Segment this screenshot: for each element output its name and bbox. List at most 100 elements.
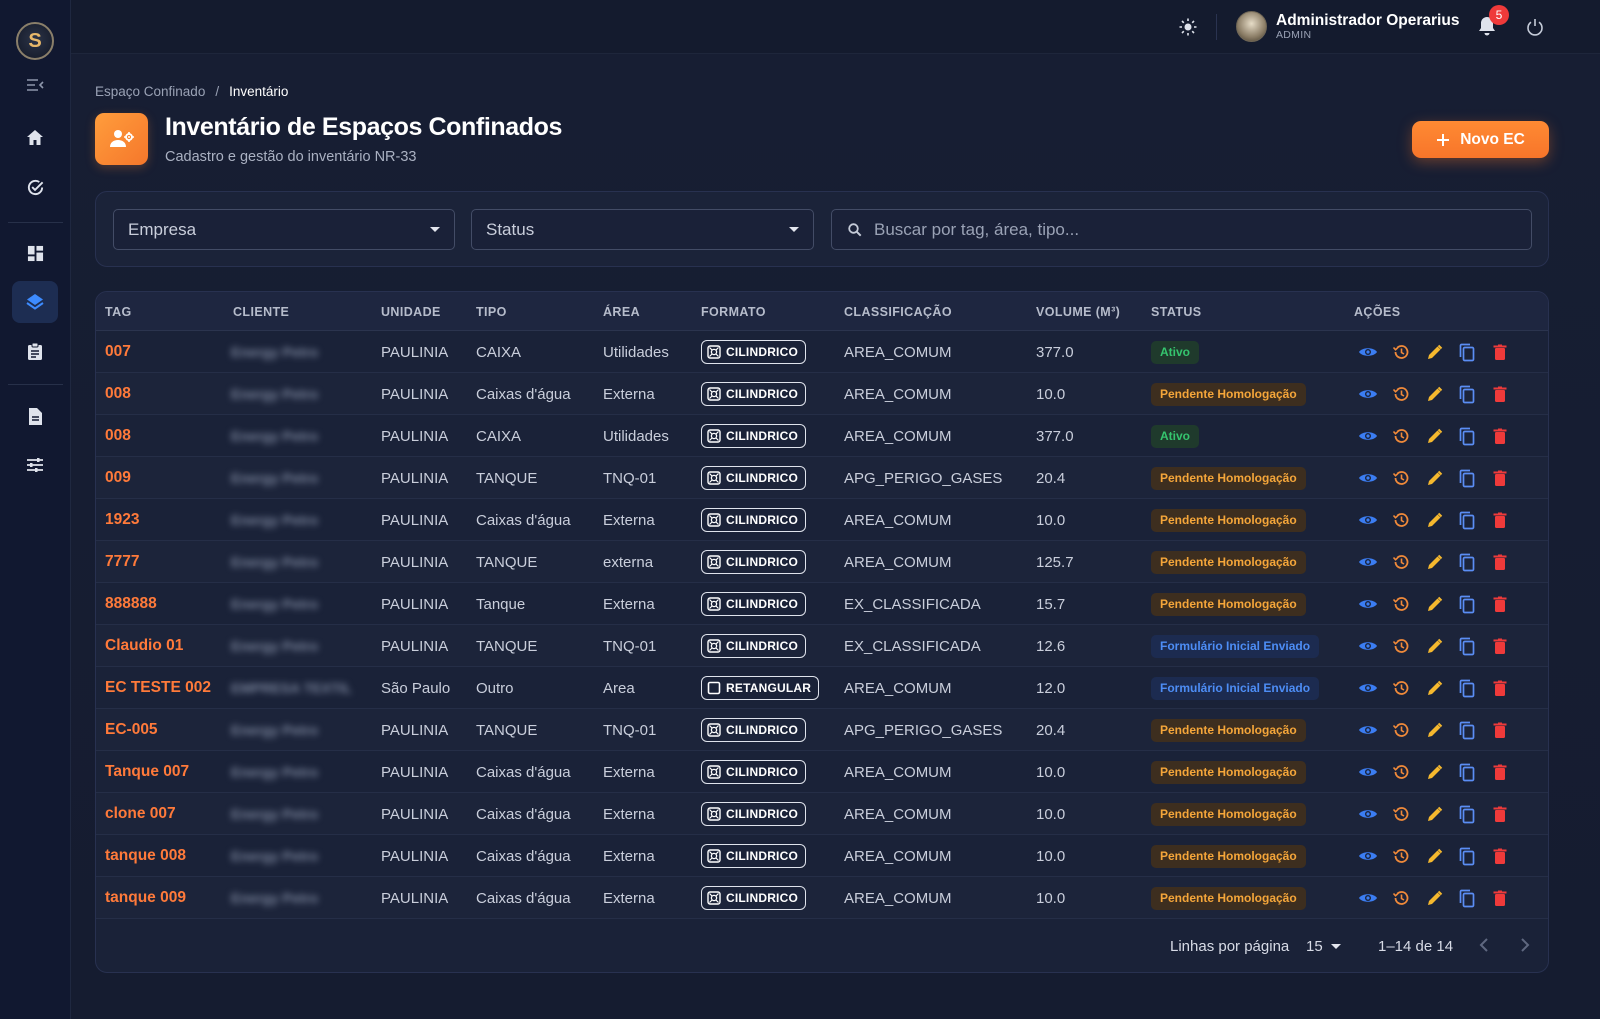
tag-cell[interactable]: clone 007 (105, 793, 176, 835)
table-row[interactable]: EC-005 Energy Petro PAULINIA TANQUE TNQ-01 AP… (96, 709, 1548, 751)
history-button[interactable] (1391, 384, 1411, 404)
table-row[interactable]: 888888 Energy Petro PAULINIA Tanque Externa E… (96, 583, 1548, 625)
delete-button[interactable] (1490, 678, 1510, 698)
duplicate-button[interactable] (1457, 342, 1477, 362)
table-row[interactable]: EC TESTE 002 EMPRESA TEXTIL São Paulo Outro… (96, 667, 1548, 709)
edit-button[interactable] (1424, 510, 1444, 530)
edit-button[interactable] (1424, 468, 1444, 488)
view-button[interactable] (1358, 594, 1378, 614)
history-button[interactable] (1391, 888, 1411, 908)
duplicate-button[interactable] (1457, 720, 1477, 740)
new-ec-button[interactable]: Novo EC (1412, 121, 1549, 158)
app-logo[interactable]: S (16, 22, 54, 60)
view-button[interactable] (1358, 888, 1378, 908)
tag-cell[interactable]: 008 (105, 373, 131, 415)
sidebar-item-settings[interactable] (12, 444, 58, 486)
history-button[interactable] (1391, 678, 1411, 698)
delete-button[interactable] (1490, 468, 1510, 488)
rows-per-page-select[interactable]: 15 (1306, 938, 1341, 955)
column-header-volume[interactable]: VOLUME (M³) (1036, 305, 1120, 319)
delete-button[interactable] (1490, 384, 1510, 404)
column-header-tag[interactable]: TAG (105, 305, 132, 319)
tag-cell[interactable]: tanque 009 (105, 877, 186, 919)
tag-cell[interactable]: EC TESTE 002 (105, 667, 211, 709)
duplicate-button[interactable] (1457, 636, 1477, 656)
view-button[interactable] (1358, 720, 1378, 740)
view-button[interactable] (1358, 384, 1378, 404)
view-button[interactable] (1358, 804, 1378, 824)
duplicate-button[interactable] (1457, 804, 1477, 824)
sidebar-item-home[interactable] (12, 116, 58, 158)
delete-button[interactable] (1490, 342, 1510, 362)
column-header-area[interactable]: ÁREA (603, 305, 640, 319)
duplicate-button[interactable] (1457, 552, 1477, 572)
table-row[interactable]: 008 Energy Petro PAULINIA Caixas d'água Exte… (96, 373, 1548, 415)
avatar[interactable] (1236, 11, 1267, 42)
edit-button[interactable] (1424, 678, 1444, 698)
delete-button[interactable] (1490, 426, 1510, 446)
table-row[interactable]: 009 Energy Petro PAULINIA TANQUE TNQ-01 APG_P… (96, 457, 1548, 499)
column-header-unidade[interactable]: UNIDADE (381, 305, 441, 319)
table-row[interactable]: 1923 Energy Petro PAULINIA Caixas d'água Ext… (96, 499, 1548, 541)
duplicate-button[interactable] (1457, 678, 1477, 698)
table-row[interactable]: Claudio 01 Energy Petro PAULINIA TANQUE TNQ-… (96, 625, 1548, 667)
edit-button[interactable] (1424, 804, 1444, 824)
delete-button[interactable] (1490, 552, 1510, 572)
previous-page-button[interactable] (1479, 938, 1489, 956)
duplicate-button[interactable] (1457, 510, 1477, 530)
column-header-classificacao[interactable]: CLASSIFICAÇÃO (844, 305, 952, 319)
notifications-button[interactable]: 5 (1477, 5, 1509, 42)
tag-cell[interactable]: tanque 008 (105, 835, 186, 877)
sidebar-item-documents[interactable] (12, 395, 58, 437)
search-field[interactable] (831, 209, 1532, 250)
sidebar-item-tasks[interactable] (12, 166, 58, 208)
duplicate-button[interactable] (1457, 384, 1477, 404)
tag-cell[interactable]: 1923 (105, 499, 139, 541)
table-row[interactable]: tanque 009 Energy Petro PAULINIA Caixas d'á… (96, 877, 1548, 919)
edit-button[interactable] (1424, 594, 1444, 614)
sidebar-item-clipboard[interactable] (12, 330, 58, 372)
table-row[interactable]: Tanque 007 Energy Petro PAULINIA Caixas d'á… (96, 751, 1548, 793)
history-button[interactable] (1391, 720, 1411, 740)
tag-cell[interactable]: 007 (105, 331, 131, 373)
view-button[interactable] (1358, 468, 1378, 488)
history-button[interactable] (1391, 762, 1411, 782)
duplicate-button[interactable] (1457, 468, 1477, 488)
edit-button[interactable] (1424, 762, 1444, 782)
next-page-button[interactable] (1520, 938, 1530, 956)
view-button[interactable] (1358, 762, 1378, 782)
view-button[interactable] (1358, 678, 1378, 698)
table-row[interactable]: tanque 008 Energy Petro PAULINIA Caixas d'á… (96, 835, 1548, 877)
table-row[interactable]: 008 Energy Petro PAULINIA CAIXA Utilidades AR… (96, 415, 1548, 457)
delete-button[interactable] (1490, 762, 1510, 782)
column-header-tipo[interactable]: TIPO (476, 305, 507, 319)
column-header-cliente[interactable]: CLIENTE (233, 305, 289, 319)
sidebar-item-inventory[interactable] (12, 281, 58, 323)
empresa-select[interactable]: Empresa (113, 209, 455, 250)
tag-cell[interactable]: EC-005 (105, 709, 158, 751)
view-button[interactable] (1358, 846, 1378, 866)
history-button[interactable] (1391, 552, 1411, 572)
history-button[interactable] (1391, 594, 1411, 614)
tag-cell[interactable]: 888888 (105, 583, 157, 625)
history-button[interactable] (1391, 342, 1411, 362)
breadcrumb-parent[interactable]: Espaço Confinado (95, 84, 205, 99)
edit-button[interactable] (1424, 720, 1444, 740)
history-button[interactable] (1391, 510, 1411, 530)
tag-cell[interactable]: Tanque 007 (105, 751, 189, 793)
table-row[interactable]: 7777 Energy Petro PAULINIA TANQUE externa ARE… (96, 541, 1548, 583)
view-button[interactable] (1358, 342, 1378, 362)
theme-toggle-button[interactable] (1178, 17, 1198, 42)
duplicate-button[interactable] (1457, 594, 1477, 614)
column-header-formato[interactable]: FORMATO (701, 305, 766, 319)
duplicate-button[interactable] (1457, 426, 1477, 446)
delete-button[interactable] (1490, 888, 1510, 908)
delete-button[interactable] (1490, 846, 1510, 866)
delete-button[interactable] (1490, 720, 1510, 740)
delete-button[interactable] (1490, 594, 1510, 614)
edit-button[interactable] (1424, 384, 1444, 404)
sidebar-item-dashboard[interactable] (12, 232, 58, 274)
edit-button[interactable] (1424, 888, 1444, 908)
duplicate-button[interactable] (1457, 762, 1477, 782)
edit-button[interactable] (1424, 552, 1444, 572)
